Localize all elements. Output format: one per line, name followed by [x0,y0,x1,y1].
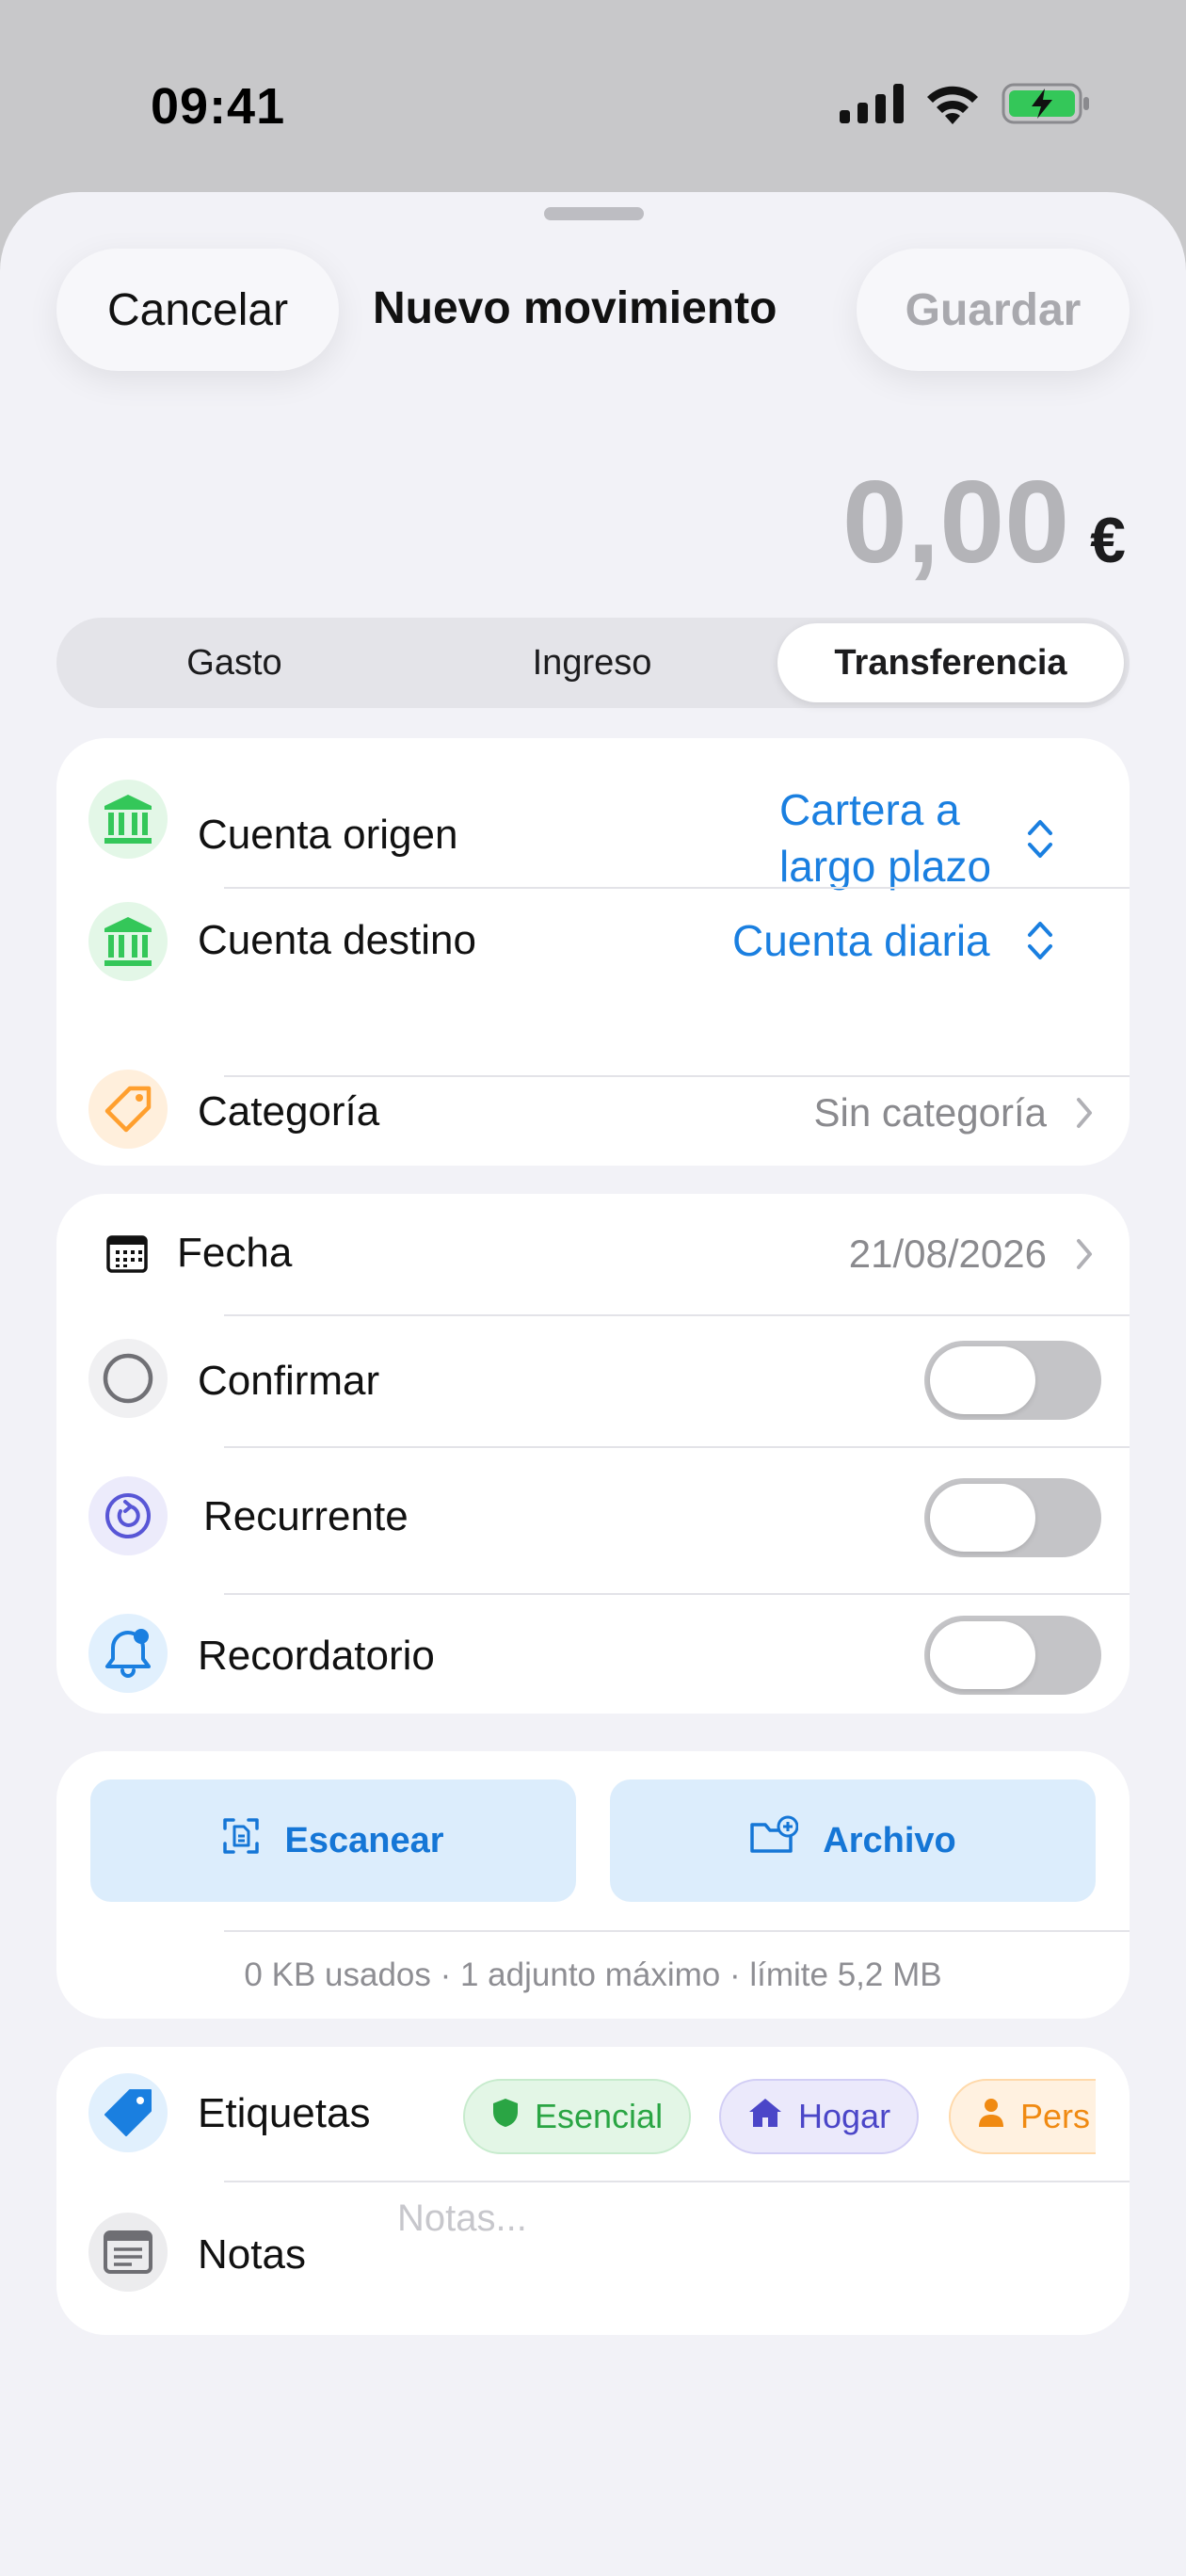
tags-notes-card: Etiquetas Esencial Hogar Pers Notas Nota… [56,2047,1130,2335]
origin-account-label: Cuenta origen [198,812,458,858]
status-icons [840,83,1092,129]
battery-charging-icon [1002,83,1092,129]
toggle-knob [930,1346,1035,1414]
cellular-signal-icon [840,84,904,128]
recurring-toggle[interactable] [924,1478,1101,1557]
confirm-label: Confirmar [198,1358,380,1404]
page-title: Nuevo movimiento [373,283,777,333]
notes-icon [88,2213,168,2292]
reminder-row: Recordatorio [56,1595,1130,1714]
status-time: 09:41 [151,78,286,135]
tag-chip-personal[interactable]: Pers [949,2079,1096,2154]
recurring-row: Recurrente [56,1448,1130,1589]
status-bar: 09:41 [0,0,1186,198]
date-row[interactable]: Fecha 21/08/2026 [56,1194,1130,1311]
file-button[interactable]: Archivo [610,1779,1096,1902]
toggle-knob [930,1484,1035,1552]
repeat-icon [88,1476,168,1555]
origin-account-value-line1: Cartera a [779,785,960,834]
date-label: Fecha [177,1230,293,1276]
transaction-type-selector: Gasto Ingreso Transferencia [56,618,1130,708]
tag-chip-hogar[interactable]: Hogar [719,2079,920,2154]
amount-currency: € [1090,505,1126,576]
file-button-label: Archivo [823,1820,956,1860]
notes-label: Notas [198,2231,306,2278]
chevron-up-down-icon [1026,919,1054,967]
circle-icon [88,1339,168,1418]
destination-account-row[interactable]: Cuenta destino Cuenta diaria [56,889,1130,1068]
accounts-card: Cuenta origen Cartera a largo plazo Cuen… [56,738,1130,1166]
tags-scroller[interactable]: Esencial Hogar Pers [56,2075,1096,2165]
bell-badge-icon [88,1614,168,1693]
cancel-button[interactable]: Cancelar [56,249,339,371]
bank-icon [88,902,168,981]
folder-add-icon [749,1815,799,1866]
attachments-card: Escanear Archivo 0 KB usados · 1 adjunto… [56,1751,1130,2019]
category-label: Categoría [198,1088,380,1135]
tags-row: Etiquetas Esencial Hogar Pers [56,2047,1130,2181]
bank-icon [88,780,168,859]
save-button[interactable]: Guardar [857,249,1130,371]
wifi-icon [924,83,981,129]
destination-account-label: Cuenta destino [198,917,476,963]
shield-icon [491,2097,520,2137]
calendar-icon [105,1232,149,1280]
tag-chip-esencial[interactable]: Esencial [463,2079,692,2154]
segment-income[interactable]: Ingreso [420,623,764,702]
date-value: 21/08/2026 [848,1232,1047,1276]
category-value: Sin categoría [813,1090,1048,1135]
tag-chip-label: Hogar [798,2097,891,2135]
segment-transfer[interactable]: Transferencia [777,623,1124,702]
recurring-label: Recurrente [203,1493,409,1539]
category-row[interactable]: Categoría Sin categoría [56,1070,1130,1166]
notes-input[interactable]: Notas... [397,2198,527,2240]
destination-account-value[interactable]: Cuenta diaria [732,915,990,966]
tag-chip-label: Pers [1020,2097,1091,2135]
amount-value: 0,00 [841,458,1070,588]
scan-button[interactable]: Escanear [90,1779,576,1902]
confirm-row: Confirmar [56,1316,1130,1446]
sheet-grabber[interactable] [544,207,644,220]
origin-account-value-line2: largo plazo [779,842,992,891]
chevron-right-icon [1075,1096,1094,1135]
new-transaction-sheet: Cancelar Nuevo movimiento Guardar 0,00 €… [0,192,1186,2576]
amount-display[interactable]: 0,00 € [842,456,1126,589]
attachment-usage-text: 0 KB usados · 1 adjunto máximo · límite … [244,1956,942,1993]
divider [224,1930,1130,1932]
person-icon [977,2097,1005,2137]
notes-row: Notas Notas... [56,2182,1130,2335]
tag-chip-label: Esencial [535,2097,664,2135]
reminder-toggle[interactable] [924,1616,1101,1695]
house-icon [747,2097,783,2137]
scan-button-label: Escanear [284,1820,444,1860]
scan-document-icon [222,1817,260,1864]
reminder-label: Recordatorio [198,1633,435,1679]
chevron-right-icon [1075,1237,1094,1276]
segment-expense[interactable]: Gasto [62,623,407,702]
tag-icon [88,1070,168,1149]
options-card: Fecha 21/08/2026 Confirmar Recurrente Re… [56,1194,1130,1714]
chevron-up-down-icon [1026,817,1054,865]
origin-account-value[interactable]: Cartera a largo plazo [779,781,991,894]
confirm-toggle[interactable] [924,1341,1101,1420]
toggle-knob [930,1621,1035,1689]
origin-account-row[interactable]: Cuenta origen Cartera a largo plazo [56,738,1130,891]
